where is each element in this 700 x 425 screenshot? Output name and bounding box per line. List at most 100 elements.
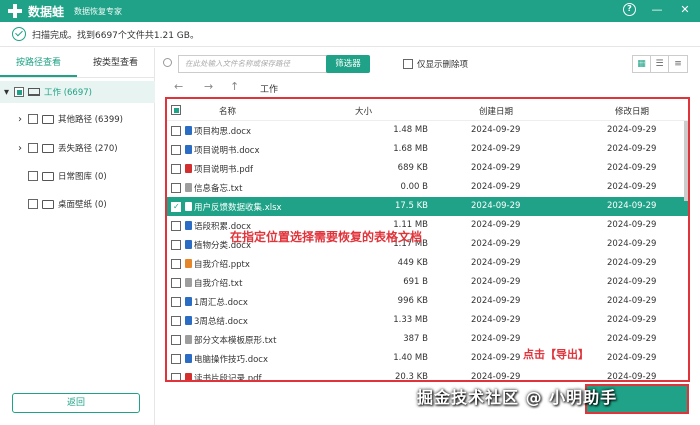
chevron-down-icon[interactable]: ▾ [4,87,14,98]
row-checkbox[interactable] [171,221,181,231]
tree-checkbox[interactable] [28,114,38,124]
chevron-right-icon[interactable]: › [18,114,28,125]
file-created-date: 2024-09-29 [471,277,521,287]
table-row[interactable]: 1周汇总.docx 996 KB 2024-09-29 2024-09-29 [167,292,688,311]
tab-by-type[interactable]: 按类型查看 [77,48,154,77]
file-name: 项目构思.docx [194,127,252,137]
row-checkbox[interactable] [171,259,181,269]
file-name: 自我介绍.pptx [194,260,250,270]
table-row[interactable]: 自我介绍.pptx 449 KB 2024-09-29 2024-09-29 [167,254,688,273]
table-row[interactable]: 3周总结.docx 1.33 MB 2024-09-29 2024-09-29 [167,311,688,330]
file-icon [185,297,192,306]
table-row[interactable]: 项目说明书.docx 1.68 MB 2024-09-29 2024-09-29 [167,140,688,159]
back-arrow-icon[interactable]: ← [174,80,183,93]
file-name: 项目说明书.pdf [194,165,253,175]
file-created-date: 2024-09-29 [471,182,521,192]
file-modified-date: 2024-09-29 [607,144,657,154]
title-bar: 数据蛙 数据恢复专家 ? — ✕ [0,0,700,22]
file-created-date: 2024-09-29 [471,353,521,363]
grid-view-icon[interactable]: ▦ [633,56,651,72]
file-created-date: 2024-09-29 [471,239,521,249]
back-button[interactable]: 返回 [12,393,140,413]
tree-item-lost-paths[interactable]: › 丢失路径 (270) [18,137,118,159]
tree-item-other-paths[interactable]: › 其他路径 (6399) [18,108,123,130]
breadcrumb: 工作 [260,85,279,95]
tree-checkbox[interactable] [14,87,24,97]
file-icon [185,145,192,154]
row-checkbox[interactable] [171,126,181,136]
file-size: 1.48 MB [393,125,428,135]
column-header-modified[interactable]: 修改日期 [615,105,649,117]
tree-item-desktop-wallpaper[interactable]: 桌面壁纸 (0) [28,193,107,215]
scrollbar[interactable] [684,121,688,201]
up-arrow-icon[interactable]: ↑ [230,80,239,93]
list-view-icon[interactable]: ☰ [651,56,669,72]
file-name: 部分文本模板原形.txt [194,336,277,346]
chevron-right-icon[interactable]: › [18,143,28,154]
file-modified-date: 2024-09-29 [607,220,657,230]
folder-icon [42,171,54,181]
column-header-created[interactable]: 创建日期 [479,105,513,117]
file-icon [185,240,192,249]
file-created-date: 2024-09-29 [471,334,521,344]
minimize-button[interactable]: — [650,3,664,16]
only-deleted-toggle[interactable]: 仅显示删除项 [403,58,468,70]
file-size: 449 KB [397,258,428,268]
row-checkbox[interactable] [171,373,181,380]
table-row[interactable]: 项目构思.docx 1.48 MB 2024-09-29 2024-09-29 [167,121,688,140]
filter-button[interactable]: 筛选器 [326,55,370,73]
file-name: 读书片段记录.pdf [194,374,262,382]
file-modified-date: 2024-09-29 [607,296,657,306]
file-name: 项目说明书.docx [194,146,260,156]
file-modified-date: 2024-09-29 [607,353,657,363]
table-row[interactable]: 项目说明书.pdf 689 KB 2024-09-29 2024-09-29 [167,159,688,178]
file-size: 387 B [403,334,428,344]
file-created-date: 2024-09-29 [471,258,521,268]
select-all-checkbox[interactable] [171,105,181,115]
export-annotation: 点击【导出】 [523,348,589,361]
table-row[interactable]: 自我介绍.txt 691 B 2024-09-29 2024-09-29 [167,273,688,292]
row-checkbox[interactable] [171,240,181,250]
tree-item-daily-gallery[interactable]: 日常图库 (0) [28,165,107,187]
tree-checkbox[interactable] [28,171,38,181]
drive-icon [28,88,40,96]
row-checkbox[interactable] [171,354,181,364]
file-name: 1周汇总.docx [194,298,248,308]
forward-arrow-icon[interactable]: → [204,80,213,93]
row-checkbox[interactable] [171,202,181,212]
row-checkbox[interactable] [171,316,181,326]
file-name: 自我介绍.txt [194,279,243,289]
row-checkbox[interactable] [171,278,181,288]
file-size: 689 KB [397,163,428,173]
file-icon [185,202,192,211]
help-icon[interactable]: ? [623,3,636,16]
row-checkbox[interactable] [171,297,181,307]
row-checkbox[interactable] [171,335,181,345]
toolbar: 在此处输入文件名称或保存路径 筛选器 仅显示删除项 ▦ ☰ ≡ [160,52,700,76]
row-checkbox[interactable] [171,145,181,155]
file-icon [185,316,192,325]
table-row[interactable]: 电脑操作技巧.docx 1.40 MB 2024-09-29 2024-09-29 [167,349,688,368]
column-header-name[interactable]: 名称 [219,105,236,117]
tree-item-work[interactable]: ▾ 工作 (6697) [0,81,155,103]
column-header-size[interactable]: 大小 [355,105,372,117]
tree-checkbox[interactable] [28,143,38,153]
tree-checkbox[interactable] [28,199,38,209]
table-row[interactable]: 用户反馈数据收集.xlsx 17.5 KB 2024-09-29 2024-09-29 [167,197,688,216]
table-row[interactable]: 读书片段记录.pdf 20.3 KB 2024-09-29 2024-09-29 [167,368,688,382]
close-button[interactable]: ✕ [678,3,692,16]
row-checkbox[interactable] [171,183,181,193]
table-row[interactable]: 信息备忘.txt 0.00 B 2024-09-29 2024-09-29 [167,178,688,197]
file-created-date: 2024-09-29 [471,296,521,306]
instruction-annotation: 在指定位置选择需要恢复的表格文档 [230,230,423,244]
only-deleted-checkbox[interactable] [403,59,413,69]
row-checkbox[interactable] [171,164,181,174]
file-size: 1.68 MB [393,144,428,154]
search-input[interactable]: 在此处输入文件名称或保存路径 [178,55,333,73]
tab-by-path[interactable]: 按路径查看 [0,48,77,77]
tree-item-label: 丢失路径 (270) [58,144,118,154]
table-row[interactable]: 部分文本模板原形.txt 387 B 2024-09-29 2024-09-29 [167,330,688,349]
detail-view-icon[interactable]: ≡ [669,56,687,72]
file-modified-date: 2024-09-29 [607,239,657,249]
file-icon [185,278,192,287]
